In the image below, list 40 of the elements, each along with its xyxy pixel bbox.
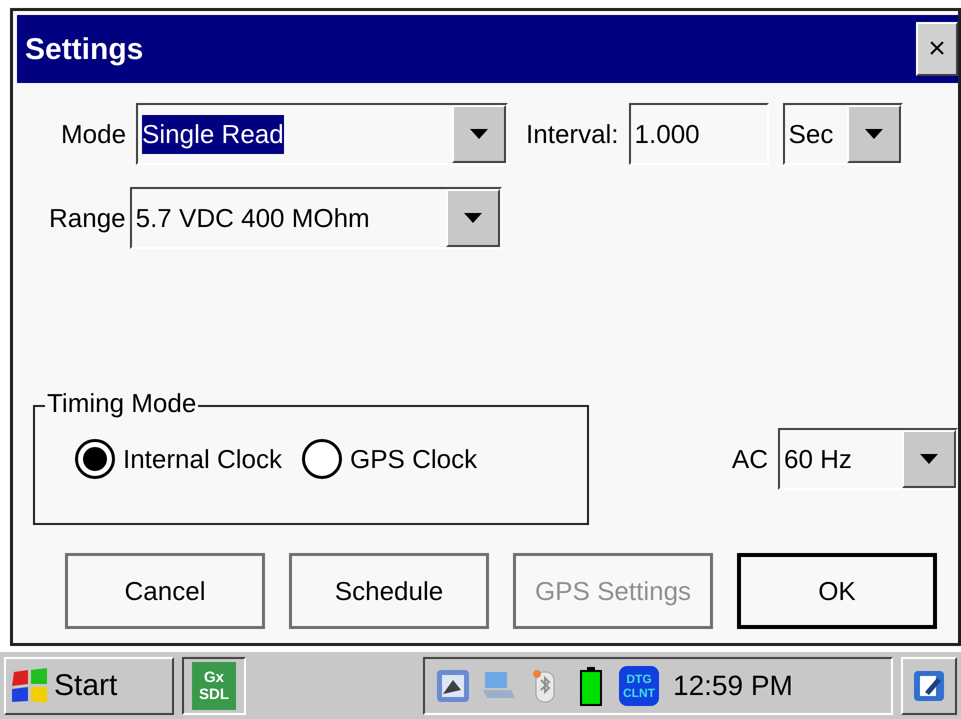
field-label: Interval: xyxy=(526,118,619,150)
windows-flag-icon xyxy=(10,668,50,704)
tray-app-icon[interactable]: DTG CLNT xyxy=(619,666,659,706)
radio-button[interactable] xyxy=(302,439,342,479)
tray-icon-text: CLNT xyxy=(623,686,655,700)
caret-icon xyxy=(920,454,938,464)
dropdown-value: Sec xyxy=(788,118,834,150)
dropdown[interactable]: 5.7 VDC 400 MOhm xyxy=(130,187,502,249)
input-field[interactable]: 1.000 xyxy=(628,103,769,165)
radio-label: Internal Clock xyxy=(123,442,282,476)
tray-icon-text: DTG xyxy=(626,672,652,686)
caret-icon xyxy=(864,129,883,139)
window-title: Settings xyxy=(24,32,144,68)
dropdown-value: 60 Hz xyxy=(784,442,852,476)
radio-button[interactable] xyxy=(75,439,115,479)
field-label: AC xyxy=(732,442,768,476)
app-tile-icon[interactable]: Gx SDL xyxy=(182,656,246,714)
dropdown[interactable]: 60 Hz xyxy=(778,428,958,490)
dropdown[interactable]: Single Read xyxy=(136,103,508,165)
caret-icon xyxy=(464,213,482,223)
start-button[interactable]: Start xyxy=(4,656,174,714)
radio-label: GPS Clock xyxy=(350,442,478,476)
clock-text: 12:59 PM xyxy=(673,668,793,702)
dropdown-arrow-button[interactable] xyxy=(452,105,506,163)
dialog-button[interactable]: OK xyxy=(737,553,937,629)
caret-icon xyxy=(470,129,488,139)
dropdown-value: 5.7 VDC 400 MOhm xyxy=(136,202,370,234)
dropdown-value: Single Read xyxy=(142,114,284,154)
dialog-button[interactable]: Cancel xyxy=(65,553,265,629)
field-label: Range xyxy=(49,202,126,234)
dropdown-arrow-button[interactable] xyxy=(902,430,956,488)
field-label: Mode xyxy=(61,118,126,150)
desktop-button[interactable] xyxy=(901,656,957,714)
dropdown-arrow-button[interactable] xyxy=(446,189,500,247)
dialog-button[interactable]: Schedule xyxy=(289,553,489,629)
close-button[interactable]: × xyxy=(916,22,958,76)
app-icon-text: SDL xyxy=(199,686,229,702)
dropdown-arrow-button[interactable] xyxy=(846,105,901,163)
dropdown[interactable]: Sec xyxy=(782,103,903,165)
app-icon-text: Gx xyxy=(204,668,224,686)
